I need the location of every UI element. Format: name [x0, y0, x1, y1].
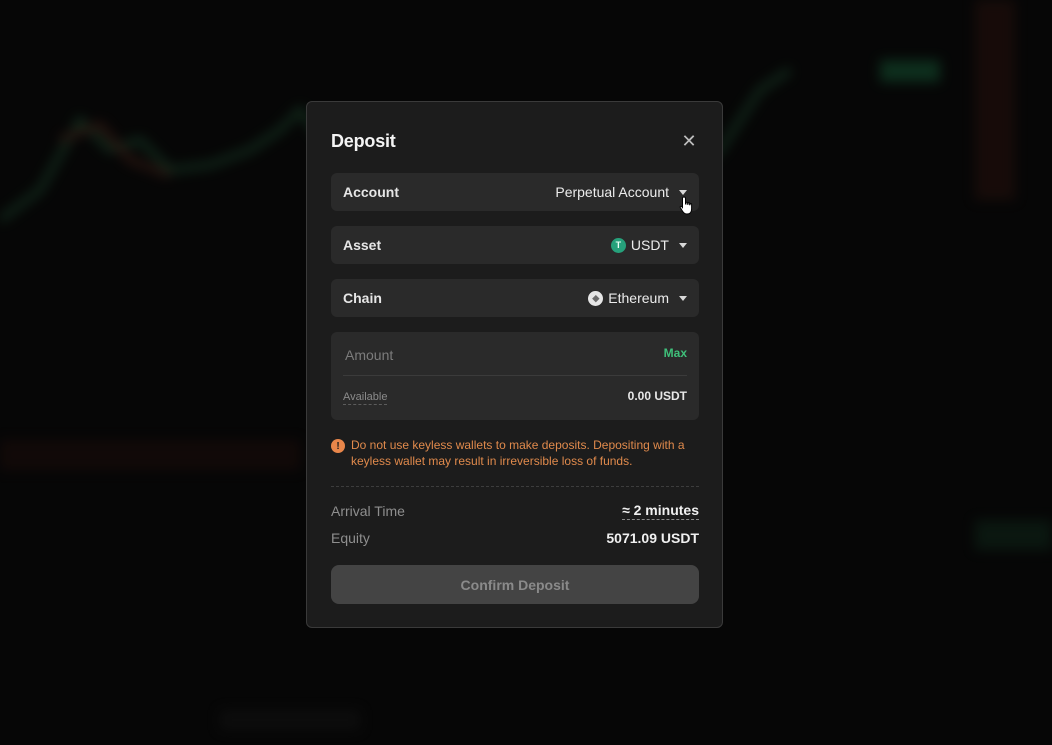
deposit-modal: Deposit ✕ Account Perpetual Account Asse… — [306, 101, 723, 628]
arrival-time-value[interactable]: ≈ 2 minutes — [622, 502, 699, 520]
arrival-time-row: Arrival Time ≈ 2 minutes — [331, 502, 699, 520]
amount-input[interactable] — [343, 342, 647, 368]
ethereum-icon: ◆ — [588, 290, 604, 306]
max-button[interactable]: Max — [664, 346, 687, 360]
asset-select[interactable]: Asset T USDT — [331, 226, 699, 264]
modal-title: Deposit — [331, 131, 396, 151]
hand-cursor-icon — [679, 196, 693, 215]
divider — [331, 486, 699, 487]
chevron-down-icon — [679, 189, 687, 195]
arrival-time-label: Arrival Time — [331, 503, 405, 519]
chain-select[interactable]: Chain ◆ Ethereum — [331, 279, 699, 317]
equity-row: Equity 5071.09 USDT — [331, 530, 699, 546]
equity-label: Equity — [331, 530, 370, 546]
close-icon[interactable]: ✕ — [680, 131, 698, 151]
chain-value: Ethereum — [608, 290, 669, 306]
account-value: Perpetual Account — [555, 184, 669, 200]
account-label: Account — [343, 184, 399, 200]
available-value: 0.00 USDT — [627, 389, 687, 403]
confirm-deposit-button[interactable]: Confirm Deposit — [331, 565, 699, 604]
chain-label: Chain — [343, 290, 382, 306]
chevron-down-icon — [679, 242, 687, 248]
chevron-down-icon — [679, 295, 687, 301]
divider — [343, 375, 687, 376]
warning-text: Do not use keyless wallets to make depos… — [351, 438, 685, 468]
equity-value: 5071.09 USDT — [606, 530, 699, 546]
available-label: Available — [343, 391, 388, 405]
warning-icon: ! — [331, 439, 345, 453]
usdt-coin-icon: T — [610, 237, 626, 253]
warning-notice: ! Do not use keyless wallets to make dep… — [331, 437, 699, 469]
asset-label: Asset — [343, 237, 382, 253]
amount-box: Max Available 0.00 USDT — [331, 332, 699, 420]
account-select[interactable]: Account Perpetual Account — [331, 173, 699, 211]
asset-value: USDT — [630, 237, 669, 253]
